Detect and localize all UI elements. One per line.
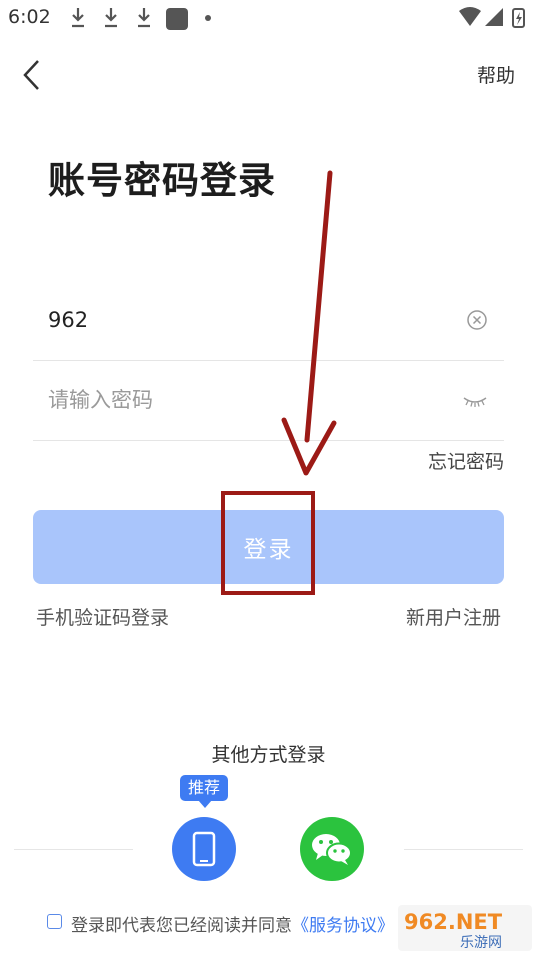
clear-icon[interactable] xyxy=(466,309,488,331)
help-link[interactable]: 帮助 xyxy=(477,61,515,88)
recommend-badge: 推荐 xyxy=(180,775,229,801)
watermark-sub: 乐游网 xyxy=(460,935,502,951)
divider-right xyxy=(404,849,523,850)
signal-icon xyxy=(485,8,503,26)
notification-dot-icon xyxy=(205,15,211,21)
account-input[interactable] xyxy=(48,302,448,338)
download-icon xyxy=(105,8,117,28)
wifi-icon xyxy=(459,7,481,26)
agreement-checkbox[interactable] xyxy=(47,914,62,929)
eye-closed-icon[interactable] xyxy=(462,393,488,409)
phone-icon xyxy=(192,831,216,867)
agreement-text: 登录即代表您已经阅读并同意《服务协议》 xyxy=(71,911,394,936)
service-agreement-link[interactable]: 《服务协议》 xyxy=(292,916,394,936)
status-time: 6:02 xyxy=(8,6,51,28)
sms-login-link[interactable]: 手机验证码登录 xyxy=(36,603,169,630)
page-title: 账号密码登录 xyxy=(48,159,276,202)
watermark-main: 962.NET xyxy=(404,910,503,934)
register-link[interactable]: 新用户注册 xyxy=(406,603,501,630)
annotation-arrow-icon xyxy=(281,170,337,476)
forgot-password-link[interactable]: 忘记密码 xyxy=(428,447,504,474)
notification-square-icon xyxy=(166,8,188,30)
phone-login-button[interactable] xyxy=(172,817,236,881)
download-icon xyxy=(138,8,150,28)
wechat-login-button[interactable] xyxy=(300,817,364,881)
back-arrow-icon[interactable] xyxy=(20,58,44,92)
download-icon xyxy=(72,8,84,28)
account-field xyxy=(33,280,504,361)
system-status-icons xyxy=(459,7,525,28)
wechat-icon xyxy=(312,834,352,865)
password-input[interactable] xyxy=(48,382,448,418)
recommend-badge-tail xyxy=(198,800,212,808)
other-login-title: 其他方式登录 xyxy=(211,744,326,766)
annotation-highlight-box xyxy=(221,491,315,595)
password-field xyxy=(33,360,504,441)
watermark-logo: 962.NET 乐游网 xyxy=(398,905,532,951)
agreement-label: 登录即代表您已经阅读并同意 xyxy=(71,916,292,936)
divider-left xyxy=(14,849,133,850)
